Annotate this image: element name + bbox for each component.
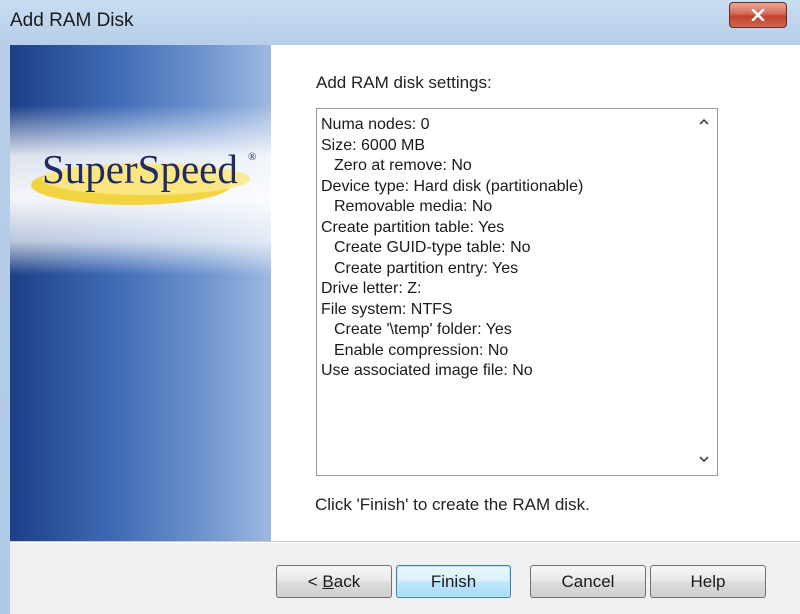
wizard-banner: SuperSpeed ®: [10, 45, 271, 541]
settings-listbox[interactable]: Numa nodes: 0 Size: 6000 MB Zero at remove…: [316, 108, 718, 476]
help-button-label: Help: [690, 571, 726, 591]
setting-line: Zero at remove: No: [334, 157, 472, 174]
back-button-label: ack: [333, 571, 361, 591]
title-bar: Add RAM Disk: [0, 0, 800, 44]
setting-line: Drive letter: Z:: [321, 280, 422, 297]
settings-list: Numa nodes: 0 Size: 6000 MB Zero at remove…: [321, 115, 691, 382]
setting-line: Numa nodes: 0: [321, 116, 430, 133]
cancel-button[interactable]: Cancel: [530, 565, 646, 598]
add-ram-disk-dialog: Add RAM Disk SuperSpeed ® Add RAM disk s…: [0, 0, 800, 614]
settings-heading: Add RAM disk settings:: [316, 73, 492, 92]
finish-button[interactable]: Finish: [396, 565, 511, 598]
cancel-button-label: Cancel: [561, 571, 615, 591]
setting-line: File system: NTFS: [321, 300, 453, 318]
setting-line: Create partition table: Yes: [321, 218, 505, 236]
setting-line: Size: 6000 MB: [321, 136, 426, 154]
setting-line: Create partition entry: Yes: [334, 259, 519, 277]
scroll-up-arrow-icon[interactable]: [698, 116, 710, 128]
vertical-scrollbar[interactable]: [691, 109, 717, 475]
setting-line: Enable compression: No: [334, 341, 509, 359]
scroll-down-arrow-icon[interactable]: [698, 453, 710, 465]
setting-line: Removable media: No: [334, 198, 493, 215]
registered-mark: ®: [248, 151, 257, 163]
close-button[interactable]: [729, 2, 787, 28]
setting-line: Create GUID-type table: No: [334, 239, 531, 256]
close-icon: [751, 9, 765, 21]
finish-button-label: Finish: [430, 571, 477, 591]
back-button[interactable]: < Back: [276, 565, 392, 598]
back-button-mnemonic: B: [322, 571, 334, 591]
window-title: Add RAM Disk: [10, 10, 134, 31]
superspeed-logo: SuperSpeed: [42, 146, 238, 192]
back-button-prefix: <: [307, 571, 323, 591]
setting-line: Use associated image file: No: [321, 362, 533, 379]
dialog-client-area: SuperSpeed ® Add RAM disk settings: Numa…: [10, 45, 800, 614]
finish-instruction: Click 'Finish' to create the RAM disk.: [315, 495, 590, 514]
setting-line: Create '\temp' folder: Yes: [334, 321, 512, 338]
button-separator: [10, 541, 800, 543]
setting-line: Device type: Hard disk (partitionable): [321, 177, 584, 195]
wizard-content: Add RAM disk settings: Numa nodes: 0 Size…: [271, 45, 800, 541]
help-button[interactable]: Help: [650, 565, 766, 598]
